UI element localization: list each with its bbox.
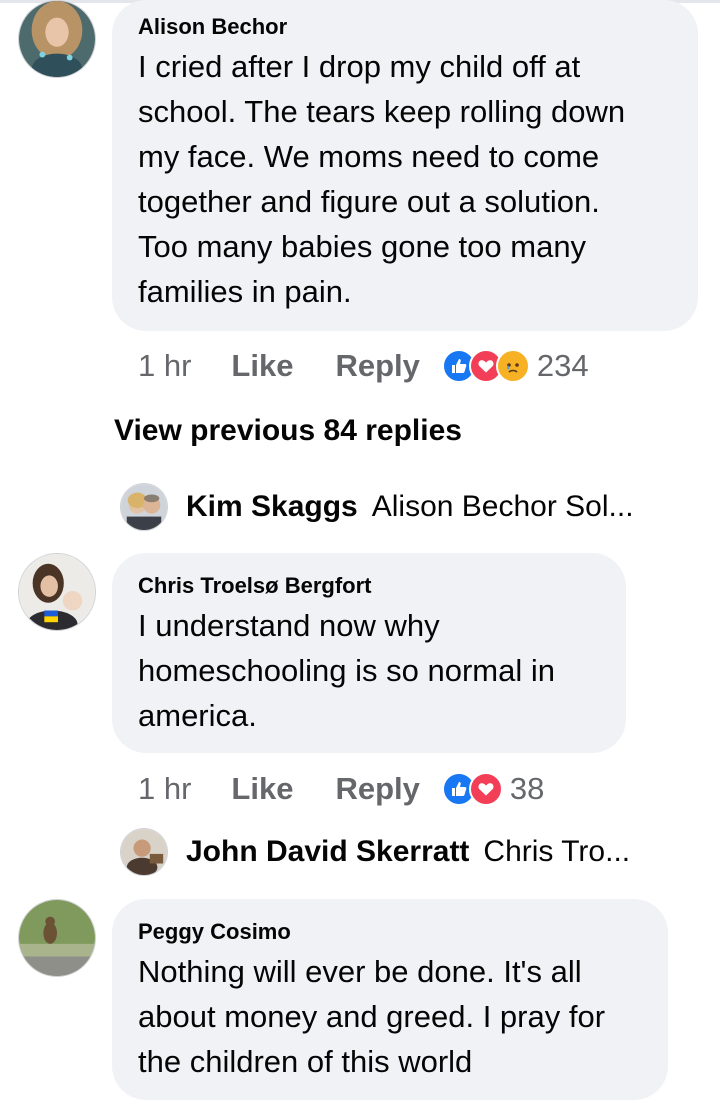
comment-text: I cried after I drop my child off at sch… xyxy=(138,49,626,309)
reply-preview-text: Chris Tro... xyxy=(483,835,631,868)
reply-preview[interactable]: Kim Skaggs Alison Bechor Sol... xyxy=(120,482,634,532)
love-icon xyxy=(468,772,503,806)
comment-time[interactable]: 1 hr xyxy=(138,348,191,384)
avatar-photo-john xyxy=(121,829,167,875)
comment-text: I understand now why homeschooling is so… xyxy=(138,608,555,733)
comment-actions: 1 hr Like Reply 38 xyxy=(138,769,544,809)
reaction-summary[interactable]: 234 xyxy=(441,348,589,384)
avatar[interactable] xyxy=(18,0,96,78)
reaction-count: 38 xyxy=(509,771,545,806)
like-button[interactable]: Like xyxy=(231,348,293,384)
reaction-summary[interactable]: 38 xyxy=(441,771,545,807)
avatar-photo-alison xyxy=(19,1,95,77)
avatar[interactable] xyxy=(18,553,96,631)
avatar-photo-kim xyxy=(121,484,167,530)
comment-bubble: Alison Bechor I cried after I drop my ch… xyxy=(112,0,698,331)
reaction-count: 234 xyxy=(536,348,589,383)
comment-bubble: Chris Troelsø Bergfort I understand now … xyxy=(112,553,626,753)
reply-author[interactable]: John David Skerratt xyxy=(186,835,469,869)
comment-time[interactable]: 1 hr xyxy=(138,771,191,807)
comment-author[interactable]: Alison Bechor xyxy=(138,14,287,40)
comment-text: Nothing will ever be done. It's all abou… xyxy=(138,954,606,1079)
reply-preview-text: Alison Bechor Sol... xyxy=(371,490,634,523)
like-button[interactable]: Like xyxy=(231,771,293,807)
reply-preview[interactable]: John David Skerratt Chris Tro... xyxy=(120,827,630,877)
avatar-photo-chris xyxy=(19,554,95,630)
reply-button[interactable]: Reply xyxy=(335,348,419,384)
comment-author[interactable]: Chris Troelsø Bergfort xyxy=(138,573,371,599)
comment-actions: 1 hr Like Reply 234 xyxy=(138,346,589,386)
comment-bubble: Peggy Cosimo Nothing will ever be done. … xyxy=(112,899,668,1100)
comment-author[interactable]: Peggy Cosimo xyxy=(138,919,291,945)
reply-button[interactable]: Reply xyxy=(335,771,419,807)
avatar[interactable] xyxy=(120,828,168,876)
avatar[interactable] xyxy=(120,483,168,531)
avatar-photo-peggy xyxy=(19,900,95,976)
view-previous-replies-link[interactable]: View previous 84 replies xyxy=(114,414,462,448)
avatar[interactable] xyxy=(18,899,96,977)
sad-icon xyxy=(495,349,530,383)
reply-author[interactable]: Kim Skaggs xyxy=(186,490,358,524)
